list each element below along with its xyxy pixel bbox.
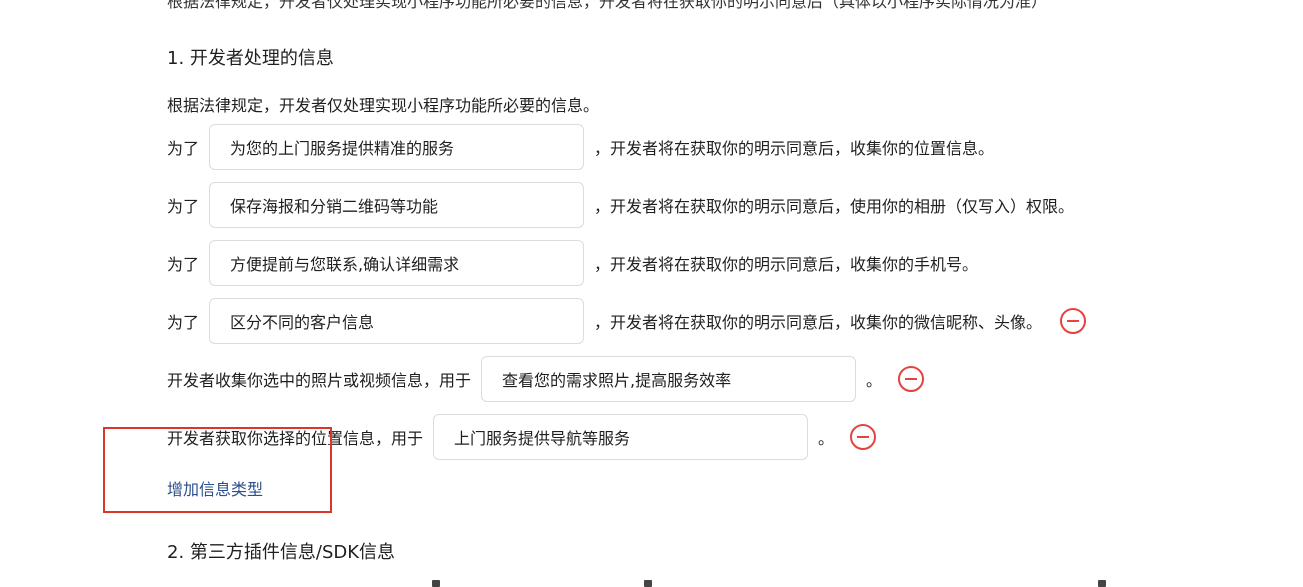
row-prefix: 为了 <box>167 313 200 332</box>
row-prefix: 开发者收集你选中的照片或视频信息，用于 <box>167 371 472 390</box>
section-title-developer-info: 1. 开发者处理的信息 <box>167 48 334 69</box>
previous-paragraph-cutoff: 根据法律规定，开发者仅处理实现小程序功能所必要的信息，开发者将在获取你的明示同意… <box>167 0 1048 11</box>
info-row-selected-location: 开发者获取你选择的位置信息，用于 上门服务提供导航等服务 。 <box>167 414 877 460</box>
section-intro: 根据法律规定，开发者仅处理实现小程序功能所必要的信息。 <box>167 96 600 115</box>
purpose-input-location[interactable]: 为您的上门服务提供精准的服务 <box>209 124 585 170</box>
purpose-input-nickname-avatar[interactable]: 区分不同的客户信息 <box>209 298 585 344</box>
row-prefix: 开发者获取你选择的位置信息，用于 <box>167 429 424 448</box>
info-row-photo-video: 开发者收集你选中的照片或视频信息，用于 查看您的需求照片,提高服务效率 。 <box>167 356 925 402</box>
row-prefix: 为了 <box>167 197 200 216</box>
row-suffix: ，开发者将在获取你的明示同意后，收集你的手机号。 <box>594 255 979 274</box>
row-suffix: 。 <box>866 371 883 390</box>
remove-circle-icon[interactable] <box>850 424 877 450</box>
purpose-input-photo-video[interactable]: 查看您的需求照片,提高服务效率 <box>481 356 857 402</box>
info-row-location: 为了 为您的上门服务提供精准的服务 ，开发者将在获取你的明示同意后，收集你的位置… <box>167 124 994 170</box>
info-row-nickname-avatar: 为了 区分不同的客户信息 ，开发者将在获取你的明示同意后，收集你的微信昵称、头像… <box>167 298 1087 344</box>
remove-circle-icon[interactable] <box>1060 308 1087 334</box>
section-title-third-party: 2. 第三方插件信息/SDK信息 <box>167 542 396 563</box>
row-suffix: 。 <box>818 429 835 448</box>
row-prefix: 为了 <box>167 139 200 158</box>
privacy-settings-page: 根据法律规定，开发者仅处理实现小程序功能所必要的信息，开发者将在获取你的明示同意… <box>0 0 1303 587</box>
row-suffix: ，开发者将在获取你的明示同意后，收集你的位置信息。 <box>594 139 995 158</box>
info-row-album: 为了 保存海报和分销二维码等功能 ，开发者将在获取你的明示同意后，使用你的相册（… <box>167 182 1074 228</box>
purpose-input-album[interactable]: 保存海报和分销二维码等功能 <box>209 182 585 228</box>
add-info-type-link[interactable]: 增加信息类型 <box>167 476 263 500</box>
purpose-input-selected-location[interactable]: 上门服务提供导航等服务 <box>433 414 809 460</box>
row-prefix: 为了 <box>167 255 200 274</box>
next-line-cutoff <box>0 580 1303 587</box>
row-suffix: ，开发者将在获取你的明示同意后，收集你的微信昵称、头像。 <box>594 313 1043 332</box>
purpose-input-phone[interactable]: 方便提前与您联系,确认详细需求 <box>209 240 585 286</box>
remove-circle-icon[interactable] <box>898 366 925 392</box>
row-suffix: ，开发者将在获取你的明示同意后，使用你的相册（仅写入）权限。 <box>594 197 1075 216</box>
info-row-phone: 为了 方便提前与您联系,确认详细需求 ，开发者将在获取你的明示同意后，收集你的手… <box>167 240 978 286</box>
